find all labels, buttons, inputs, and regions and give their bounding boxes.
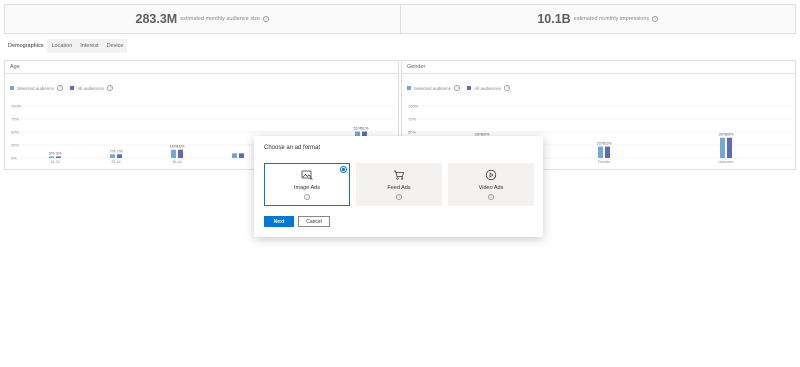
y-tick-label: 50% — [11, 130, 19, 135]
x-tick-label: Female — [598, 160, 610, 164]
bar — [232, 153, 237, 158]
cancel-button[interactable]: Cancel — [298, 216, 330, 227]
data-label: 51% — [360, 125, 368, 130]
y-tick-label: 75% — [11, 117, 19, 122]
tab-demographics[interactable]: Demographics — [4, 39, 48, 53]
data-label: 22% — [603, 141, 611, 146]
y-tick-label: 25% — [11, 143, 19, 148]
data-label: 7% — [117, 148, 123, 153]
radio-selected-icon[interactable] — [340, 166, 347, 173]
y-tick-label: 75% — [408, 117, 416, 122]
option-label: Feed Ads — [387, 185, 411, 191]
tab-location[interactable]: Location — [47, 39, 76, 53]
option-feed-ads[interactable]: Feed Ads ? — [356, 163, 442, 206]
stats-bar: 283.3M estimated monthly audience size ?… — [4, 4, 796, 34]
bar — [605, 146, 610, 158]
play-circle-icon — [485, 169, 497, 181]
tab-bar: Demographics Location Interest Device — [4, 39, 128, 53]
shopping-cart-icon — [394, 170, 404, 180]
bar — [49, 156, 54, 158]
ad-format-dialog: Choose an ad format Image Ads ? Feed Ads… — [254, 136, 543, 237]
image-ad-icon — [301, 170, 313, 180]
y-tick-label: 0% — [11, 156, 17, 161]
audience-size-stat: 283.3M estimated monthly audience size ? — [5, 5, 400, 33]
bar — [720, 137, 725, 158]
data-label: 7% — [110, 148, 116, 153]
bar — [178, 149, 183, 158]
y-tick-label: 50% — [408, 130, 416, 135]
bar — [171, 149, 176, 158]
audience-size-value: 283.3M — [135, 12, 178, 26]
info-icon[interactable]: ? — [304, 194, 310, 200]
dialog-actions: Next Cancel — [264, 216, 330, 227]
impressions-label: estimated monthly impressions — [573, 16, 650, 22]
info-icon[interactable]: ? — [396, 194, 402, 200]
x-tick-label: Unknown — [719, 160, 734, 164]
bar — [239, 153, 244, 158]
dialog-title: Choose an ad format — [264, 145, 321, 151]
bar — [117, 154, 122, 158]
data-label: 3% — [49, 150, 55, 155]
impressions-stat: 10.1B estimated monthly impressions ? — [399, 5, 796, 33]
option-video-ads[interactable]: Video Ads ? — [448, 163, 534, 206]
x-tick-label: 25-34 — [111, 160, 120, 164]
data-label: 16% — [176, 144, 184, 149]
y-tick-label: 100% — [11, 104, 22, 109]
option-label: Video Ads — [478, 185, 504, 191]
x-tick-label: 35-44 — [172, 160, 181, 164]
bar — [110, 154, 115, 158]
impressions-value: 10.1B — [537, 12, 571, 26]
y-tick-label: 100% — [408, 104, 419, 109]
next-button[interactable]: Next — [264, 216, 294, 227]
bar — [598, 146, 603, 158]
data-label: 3% — [56, 150, 62, 155]
tab-interest[interactable]: Interest — [76, 39, 102, 53]
info-icon[interactable]: ? — [652, 16, 659, 22]
audience-size-label: estimated monthly audience size — [180, 16, 260, 22]
info-icon[interactable]: ? — [488, 194, 494, 200]
bar — [56, 156, 61, 158]
option-image-ads[interactable]: Image Ads ? — [264, 163, 350, 206]
bar — [727, 137, 732, 158]
ad-format-options: Image Ads ? Feed Ads ? Video Ads ? — [264, 163, 534, 206]
option-label: Image Ads — [294, 185, 320, 191]
tab-device[interactable]: Device — [103, 39, 128, 53]
x-tick-label: 18-24 — [50, 160, 59, 164]
data-label: 39% — [725, 132, 733, 137]
info-icon[interactable]: ? — [263, 16, 269, 22]
